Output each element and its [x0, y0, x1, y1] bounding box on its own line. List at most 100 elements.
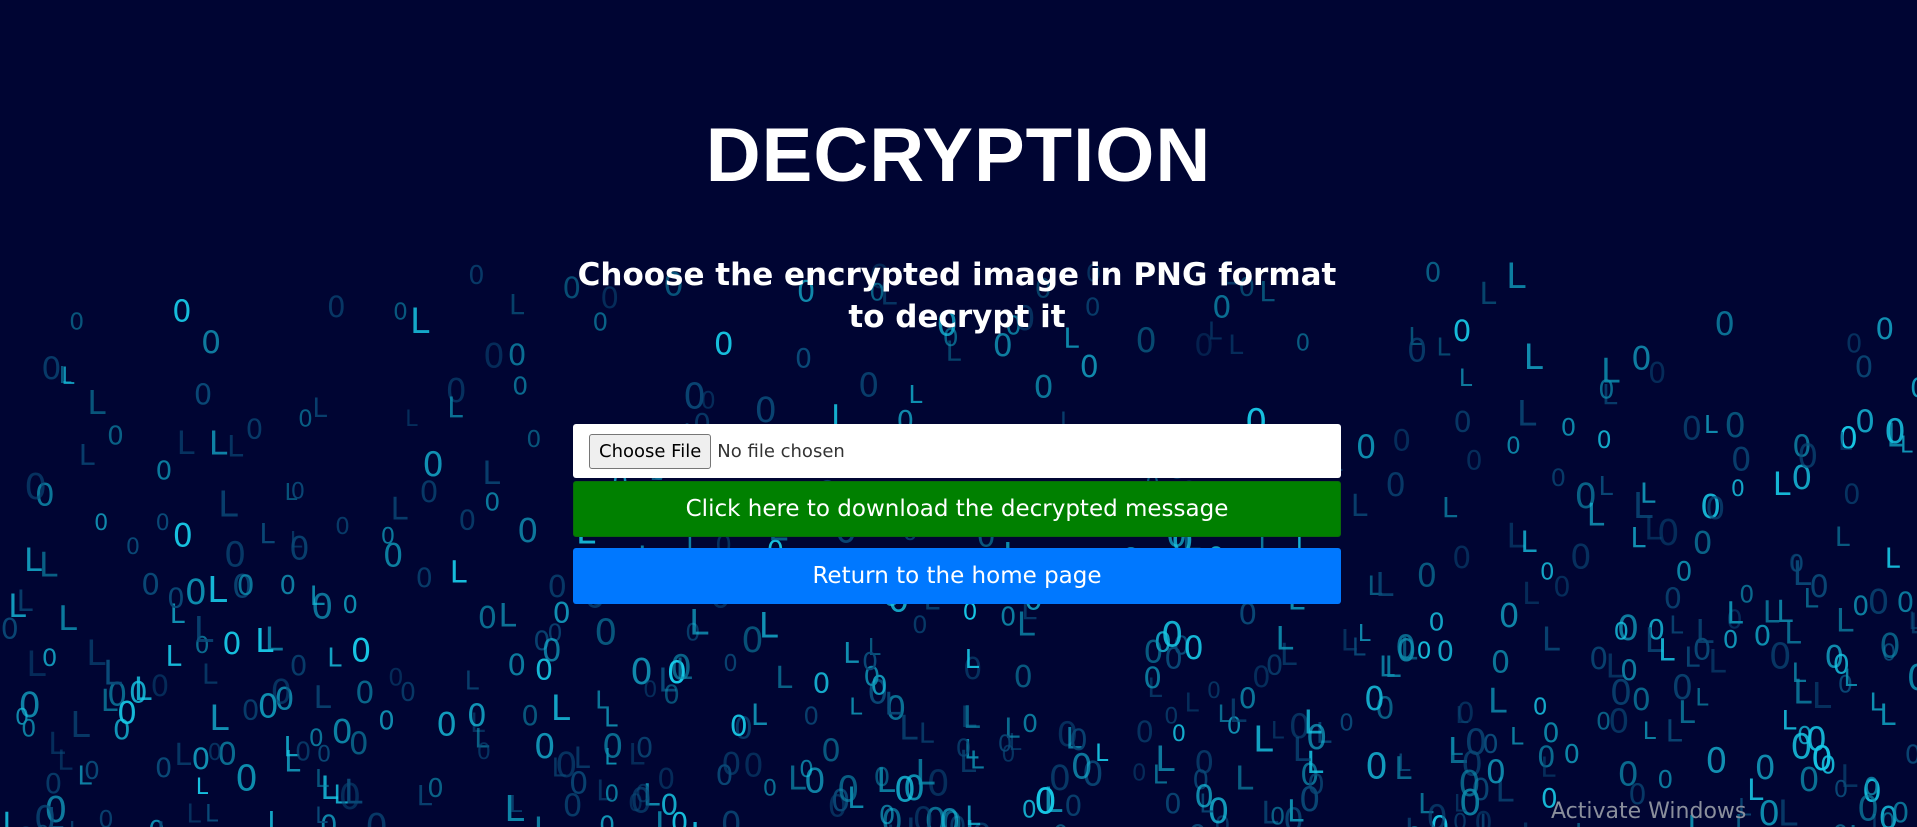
svg-text:L: L [1793, 673, 1812, 712]
svg-text:0: 0 [1846, 330, 1863, 360]
svg-text:0: 0 [1875, 312, 1894, 346]
svg-text:L: L [1271, 716, 1285, 744]
svg-text:L: L [290, 528, 303, 554]
svg-text:0: 0 [1454, 405, 1472, 439]
download-decrypted-message-button[interactable]: Click here to download the decrypted mes… [573, 481, 1341, 537]
svg-text:L: L [26, 644, 46, 685]
svg-text:L: L [1643, 717, 1657, 745]
svg-text:0: 0 [1907, 658, 1917, 699]
svg-text:L: L [1276, 620, 1294, 658]
svg-text:L: L [1488, 682, 1507, 721]
svg-text:0: 0 [1136, 715, 1154, 749]
svg-text:0: 0 [156, 510, 170, 536]
svg-text:0: 0 [351, 632, 371, 670]
svg-text:L: L [849, 693, 862, 721]
svg-text:0: 0 [1564, 740, 1580, 770]
svg-text:0: 0 [18, 823, 35, 827]
svg-text:0: 0 [355, 676, 374, 711]
svg-text:L: L [79, 438, 95, 472]
svg-text:0: 0 [1069, 723, 1087, 757]
file-upload-field[interactable]: Choose File No file chosen [573, 424, 1341, 478]
svg-text:0: 0 [1610, 674, 1632, 714]
svg-text:0: 0 [1731, 477, 1745, 502]
svg-text:0: 0 [1491, 645, 1510, 680]
svg-text:L: L [908, 380, 922, 409]
svg-text:L: L [1838, 427, 1852, 456]
svg-text:0: 0 [599, 811, 615, 827]
svg-text:0: 0 [34, 800, 56, 827]
svg-text:L: L [919, 718, 935, 749]
svg-text:0: 0 [235, 758, 258, 799]
svg-text:0: 0 [1597, 426, 1612, 454]
svg-text:L: L [604, 704, 618, 733]
svg-text:L: L [915, 754, 935, 794]
svg-text:0: 0 [1739, 581, 1754, 609]
svg-text:0: 0 [683, 376, 706, 417]
choose-file-button[interactable]: Choose File [589, 433, 712, 469]
svg-text:L: L [194, 610, 214, 651]
svg-text:L: L [186, 800, 201, 827]
svg-text:L: L [655, 805, 674, 827]
svg-text:L: L [2, 807, 19, 827]
svg-text:L: L [1669, 611, 1683, 640]
svg-text:0: 0 [365, 807, 388, 827]
svg-text:L: L [70, 705, 90, 746]
svg-text:L: L [1540, 753, 1556, 784]
svg-text:L: L [267, 806, 283, 827]
svg-text:0: 0 [1843, 480, 1860, 511]
svg-text:0: 0 [1857, 790, 1879, 827]
svg-text:0: 0 [1207, 678, 1221, 704]
svg-text:0: 0 [535, 653, 553, 687]
svg-text:L: L [1456, 703, 1469, 729]
svg-text:L: L [1598, 472, 1613, 502]
svg-text:0: 0 [41, 351, 61, 387]
svg-text:L: L [1844, 663, 1858, 692]
svg-text:L: L [1405, 813, 1423, 827]
svg-text:0: 0 [508, 338, 527, 372]
svg-text:0: 0 [1617, 609, 1639, 649]
svg-text:0: 0 [1000, 603, 1016, 633]
svg-text:0: 0 [467, 698, 487, 734]
svg-text:0: 0 [998, 731, 1012, 757]
svg-text:L: L [312, 393, 327, 424]
svg-text:0: 0 [94, 510, 108, 536]
return-home-button[interactable]: Return to the home page [573, 548, 1341, 604]
svg-text:0: 0 [1014, 660, 1033, 695]
svg-text:0: 0 [763, 775, 777, 801]
svg-text:0: 0 [141, 567, 160, 601]
svg-text:0: 0 [1194, 779, 1214, 815]
svg-text:L: L [965, 645, 980, 675]
svg-text:0: 0 [1799, 761, 1820, 799]
svg-text:0: 0 [69, 307, 84, 335]
svg-text:0: 0 [1868, 582, 1890, 622]
svg-text:0: 0 [1910, 373, 1917, 404]
svg-text:L: L [499, 599, 517, 635]
svg-text:L: L [1506, 257, 1526, 297]
svg-text:0: 0 [594, 613, 617, 654]
svg-text:0: 0 [517, 511, 538, 550]
svg-text:0: 0 [1725, 406, 1746, 445]
svg-text:0: 0 [1080, 350, 1099, 385]
svg-text:L: L [1229, 692, 1247, 730]
svg-text:L: L [1773, 465, 1791, 503]
svg-text:0: 0 [483, 337, 504, 376]
svg-text:0: 0 [1499, 597, 1520, 635]
svg-text:0: 0 [1474, 806, 1493, 827]
svg-text:0: 0 [730, 710, 748, 743]
svg-text:0: 0 [1339, 710, 1354, 737]
svg-text:0: 0 [1789, 550, 1804, 578]
svg-text:0: 0 [1396, 633, 1416, 669]
svg-text:L: L [689, 604, 709, 644]
svg-text:L: L [1095, 739, 1109, 767]
svg-text:L: L [1885, 544, 1901, 575]
svg-text:0: 0 [298, 407, 313, 433]
svg-text:0: 0 [237, 568, 255, 601]
svg-text:L: L [77, 762, 92, 792]
svg-text:L: L [69, 818, 82, 827]
svg-text:0: 0 [1453, 314, 1472, 348]
svg-text:0: 0 [1715, 305, 1735, 343]
svg-text:0: 0 [804, 762, 826, 802]
svg-text:0: 0 [1820, 750, 1836, 779]
svg-text:0: 0 [155, 753, 172, 784]
svg-text:L: L [1449, 732, 1463, 761]
